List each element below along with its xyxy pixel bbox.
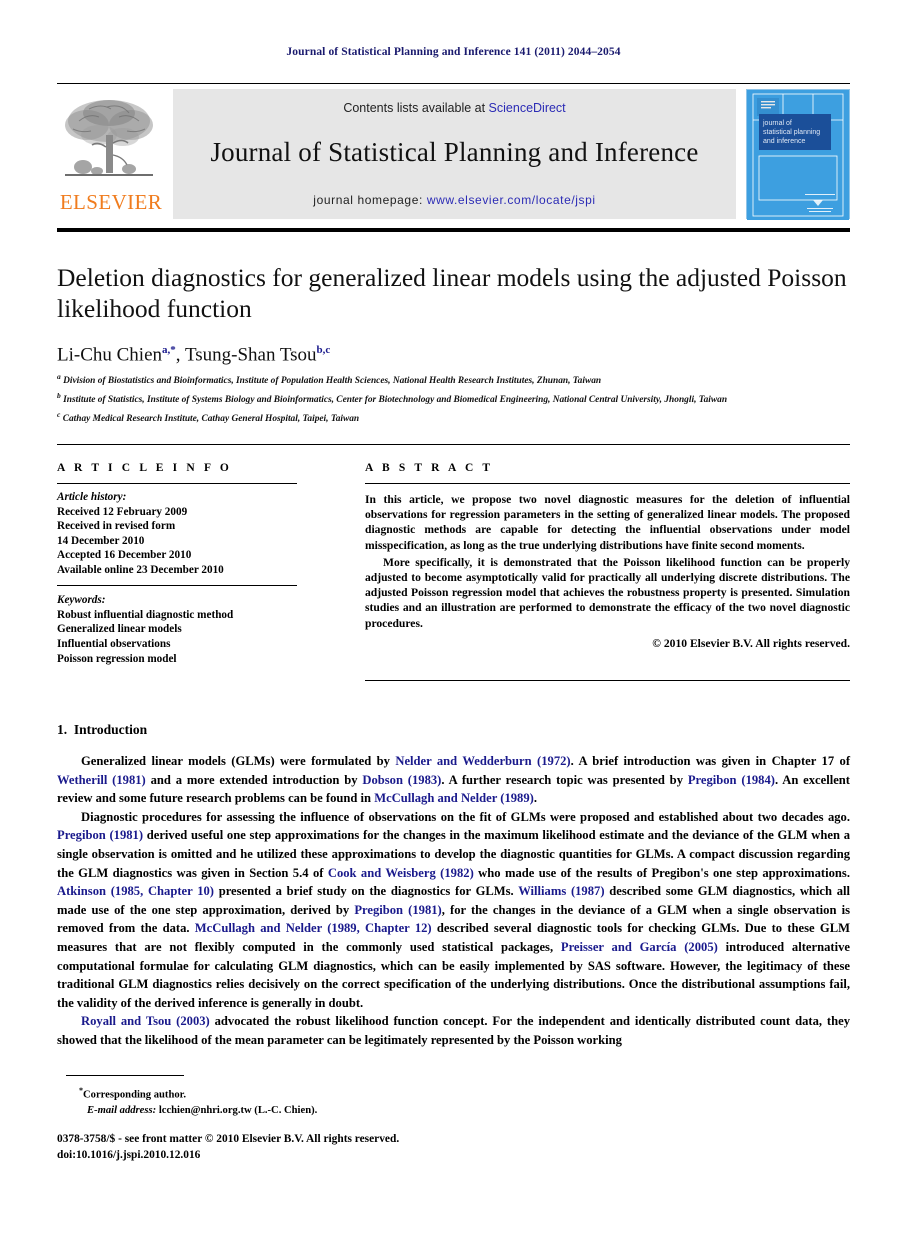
article-history-item: Available online 23 December 2010 <box>57 563 224 576</box>
elsevier-logo: ELSEVIER <box>57 89 165 219</box>
keyword-item: Influential observations <box>57 637 171 650</box>
article-history-item: Received in revised form <box>57 520 176 533</box>
article-history-item: Accepted 16 December 2010 <box>57 549 192 562</box>
author-2: Tsung-Shan Tsou <box>184 344 317 366</box>
corresponding-author-note: *Corresponding author. <box>57 1083 557 1103</box>
keywords-block: Keywords: Robust influential diagnostic … <box>57 586 297 666</box>
body-paragraph: Generalized linear models (GLMs) were fo… <box>57 752 850 808</box>
email-label: E-mail address: <box>87 1104 157 1116</box>
sciencedirect-link[interactable]: ScienceDirect <box>489 101 566 115</box>
masthead-bottom-rule <box>57 228 850 232</box>
journal-masthead: ELSEVIER Contents lists available at Sci… <box>57 83 850 224</box>
article-info-heading: A R T I C L E I N F O <box>57 462 232 474</box>
affiliation-c-marker: c <box>57 410 61 420</box>
journal-homepage-line: journal homepage: www.elsevier.com/locat… <box>173 193 736 207</box>
journal-homepage-link[interactable]: www.elsevier.com/locate/jspi <box>427 193 596 207</box>
svg-text:and inference: and inference <box>763 138 806 145</box>
body-text-run: who made use of the results of Pregibon'… <box>473 865 850 880</box>
affiliation-a-text: Division of Biostatistics and Bioinforma… <box>63 376 602 387</box>
footnote-separator-rule <box>66 1075 184 1076</box>
keyword-item: Robust influential diagnostic method <box>57 608 234 621</box>
article-info-column: A R T I C L E I N F O Article history: R… <box>57 462 297 666</box>
author-separator: , <box>175 344 185 366</box>
author-1-affiliation-marker: a,* <box>162 344 176 356</box>
keywords-label: Keywords: <box>57 594 106 607</box>
affiliation-a-marker: a <box>57 372 61 381</box>
corresponding-author-text: Corresponding author. <box>83 1089 187 1101</box>
abstract-paragraph: In this article, we propose two novel di… <box>365 493 850 552</box>
issn-copyright-block: 0378-3758/$ - see front matter © 2010 El… <box>57 1131 557 1163</box>
page-title: Deletion diagnostics for generalized lin… <box>57 263 847 323</box>
title-block: Deletion diagnostics for generalized lin… <box>57 262 850 366</box>
citation-link[interactable]: Cook and Weisberg (1982) <box>328 866 474 880</box>
body-text-run: Generalized linear models (GLMs) were fo… <box>81 754 396 768</box>
journal-info-panel: Contents lists available at ScienceDirec… <box>173 89 736 219</box>
abstract-column: A B S T R A C T In this article, we prop… <box>365 462 850 651</box>
article-history-item: Received 12 February 2009 <box>57 505 188 518</box>
email-value[interactable]: lcchien@nhri.org.tw (L.-C. Chien). <box>159 1105 317 1116</box>
journal-cover-thumbnail: journal of statistical planning and infe… <box>746 89 850 220</box>
contents-available-line: Contents lists available at ScienceDirec… <box>173 101 736 115</box>
affiliation-a: a Division of Biostatistics and Bioinfor… <box>57 370 850 389</box>
body-text-run: . <box>533 791 537 806</box>
abstract-rule-bottom <box>365 680 850 681</box>
citation-link[interactable]: Wetherill (1981) <box>57 773 146 787</box>
article-history-label: Article history: <box>57 491 127 503</box>
abstract-heading: A B S T R A C T <box>365 462 494 474</box>
citation-link[interactable]: McCullagh and Nelder (1989) <box>374 791 534 805</box>
citation-link[interactable]: Williams (1987) <box>518 884 604 898</box>
svg-text:statistical planning: statistical planning <box>763 129 820 136</box>
body-text-run: Diagnostic procedures for assessing the … <box>81 809 850 824</box>
section-number: 1. <box>57 722 68 737</box>
citation-link[interactable]: Nelder and Wedderburn (1972) <box>395 754 570 768</box>
affiliation-b-marker: b <box>57 391 61 401</box>
section-title: Introduction <box>73 722 148 737</box>
article-history-block: Article history: Received 12 February 20… <box>57 484 297 585</box>
running-head: Journal of Statistical Planning and Infe… <box>286 46 621 58</box>
body-text-run: . A brief introduction was given in Chap… <box>570 754 851 768</box>
abstract-body: In this article, we propose two novel di… <box>365 484 850 651</box>
author-list: Li-Chu Chiena,*, Tsung-Shan Tsoub,c <box>57 344 850 366</box>
citation-link[interactable]: Pregibon (1981) <box>354 903 441 917</box>
homepage-prefix: journal homepage: <box>313 193 427 207</box>
doi-line[interactable]: doi:10.1016/j.jspi.2010.12.016 <box>57 1147 557 1163</box>
citation-link[interactable]: Royall and Tsou (2003) <box>81 1014 210 1028</box>
citation-link[interactable]: Preisser and García (2005) <box>561 940 718 954</box>
cover-artwork: journal of statistical planning and infe… <box>747 90 849 220</box>
citation-link[interactable]: Atkinson (1985, Chapter 10) <box>57 884 214 898</box>
affiliation-c: c Cathay Medical Research Institute, Cat… <box>57 408 850 427</box>
citation-link[interactable]: Pregibon (1981) <box>57 828 143 842</box>
body-paragraph: Diagnostic procedures for assessing the … <box>57 808 850 1013</box>
affiliation-c-text: Cathay Medical Research Institute, Catha… <box>62 414 360 425</box>
citation-link[interactable]: Pregibon (1984) <box>688 773 775 787</box>
author-1: Li-Chu Chien <box>57 344 163 366</box>
citation-link[interactable]: Dobson (1983) <box>362 773 441 787</box>
info-abstract-top-rule <box>57 444 850 445</box>
body-text-run: . A further research topic was presented… <box>441 772 688 787</box>
keyword-item: Generalized linear models <box>57 623 182 636</box>
abstract-copyright: © 2010 Elsevier B.V. All rights reserved… <box>652 636 850 650</box>
footnotes-block: *Corresponding author. E-mail address: l… <box>57 1083 557 1118</box>
body-text-run: presented a brief study on the diagnosti… <box>213 884 519 899</box>
citation-link[interactable]: McCullagh and Nelder (1989, Chapter 12) <box>195 921 432 935</box>
keyword-item: Poisson regression model <box>57 652 177 665</box>
elsevier-wordmark: ELSEVIER <box>59 190 163 214</box>
body-paragraph: Royall and Tsou (2003) advocated the rob… <box>57 1012 850 1049</box>
affiliation-b: b Institute of Statistics, Institute of … <box>57 389 850 408</box>
body-text: Generalized linear models (GLMs) were fo… <box>57 752 850 1050</box>
issn-line: 0378-3758/$ - see front matter © 2010 El… <box>57 1133 400 1145</box>
affiliations-block: a Division of Biostatistics and Bioinfor… <box>57 370 850 427</box>
journal-title: Journal of Statistical Planning and Infe… <box>210 137 699 167</box>
article-history-item: 14 December 2010 <box>57 534 145 547</box>
author-2-affiliation-marker: b,c <box>316 344 331 356</box>
svg-text:journal of: journal of <box>762 120 792 127</box>
contents-prefix: Contents lists available at <box>343 101 489 115</box>
section-heading-introduction: 1. Introduction <box>57 722 147 738</box>
email-note: E-mail address: lcchien@nhri.org.tw (L.-… <box>57 1103 557 1118</box>
affiliation-b-text: Institute of Statistics, Institute of Sy… <box>63 395 728 406</box>
abstract-paragraph: More specifically, it is demonstrated th… <box>365 555 850 630</box>
body-text-run: and a more extended introduction by <box>145 772 363 787</box>
elsevier-tree-icon <box>65 100 153 176</box>
paper-page: Journal of Statistical Planning and Infe… <box>0 0 907 1238</box>
